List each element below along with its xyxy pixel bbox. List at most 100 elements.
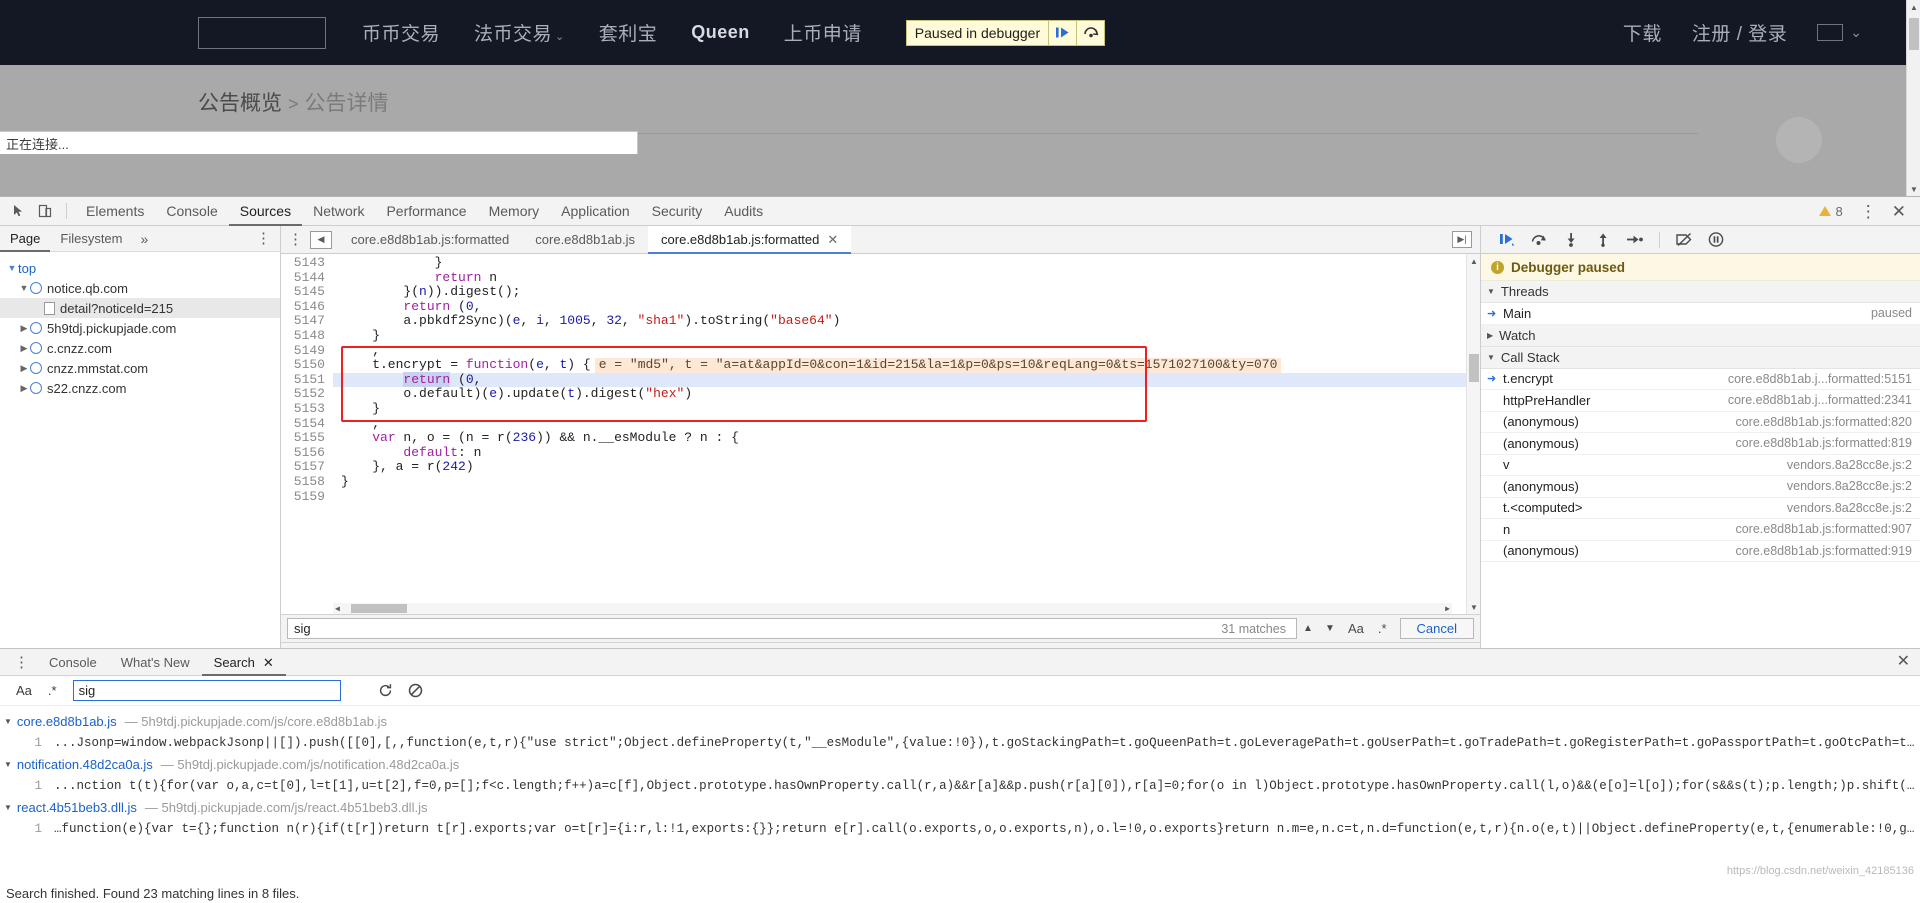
step-over-icon[interactable] (1523, 228, 1555, 252)
more-options-icon[interactable]: ⋮ (1853, 203, 1884, 220)
tab-performance[interactable]: Performance (375, 197, 477, 226)
tree-node-s22-cnzz-com[interactable]: ▶ s22.cnzz.com (0, 378, 280, 398)
drawer-options-icon[interactable]: ⋮ (6, 655, 37, 670)
breadcrumb-root[interactable]: 公告概览 (198, 92, 282, 115)
twisty-icon[interactable]: ▼ (4, 760, 12, 769)
nav-item-listing-apply[interactable]: 上币申请 (784, 19, 862, 46)
find-match-case-button[interactable]: Aa (1341, 621, 1371, 636)
clear-icon[interactable] (401, 679, 431, 703)
inspect-element-icon[interactable] (6, 199, 32, 223)
search-regex-button[interactable]: .* (40, 683, 65, 698)
find-cancel-button[interactable]: Cancel (1399, 618, 1474, 639)
twisty-icon[interactable]: ▼ (6, 263, 18, 273)
call-stack-row[interactable]: n core.e8d8b1ab.js:formatted:907 (1481, 519, 1920, 541)
editor-tab-core-raw[interactable]: core.e8d8b1ab.js (522, 226, 648, 254)
scroll-left-icon[interactable]: ◀ (335, 603, 340, 614)
resume-script-icon[interactable] (1048, 20, 1076, 45)
close-drawer-icon[interactable]: ✕ (1887, 654, 1920, 670)
nav-item-queen[interactable]: Queen (691, 22, 750, 43)
code-horizontal-scrollbar[interactable]: ◀ ▶ (333, 603, 1452, 614)
search-match-case-button[interactable]: Aa (8, 683, 40, 698)
navigator-options-icon[interactable]: ⋮ (247, 231, 280, 246)
section-call-stack[interactable]: ▼ Call Stack (1481, 346, 1920, 369)
call-stack-row[interactable]: ➜ t.encrypt core.e8d8b1ab.j...formatted:… (1481, 369, 1920, 390)
page-scrollbar-thumb[interactable] (1909, 18, 1919, 50)
twisty-icon[interactable]: ▶ (18, 363, 30, 374)
find-prev-button[interactable]: ▲ (1297, 618, 1319, 640)
step-icon[interactable] (1619, 228, 1651, 252)
tab-console[interactable]: Console (155, 197, 228, 226)
drawer-tab-search[interactable]: Search ✕ (202, 649, 286, 676)
tab-sources[interactable]: Sources (229, 197, 302, 226)
tree-node-top[interactable]: ▼ top (0, 258, 280, 278)
site-logo[interactable] (198, 16, 326, 49)
tree-node-detail-notice[interactable]: detail?noticeId=215 (0, 298, 280, 318)
twisty-icon[interactable]: ▼ (4, 803, 12, 812)
code-lines[interactable]: 5143 } 5144 return n 5145 }(n)).digest()… (281, 254, 1466, 614)
search-result-line[interactable]: 1 …function(e){var t={};function n(r){if… (0, 818, 1920, 839)
step-over-icon[interactable] (1076, 20, 1104, 45)
section-threads[interactable]: ▼ Threads (1481, 281, 1920, 303)
twisty-icon[interactable]: ▼ (4, 717, 12, 726)
tree-node-cnzz-mmstat-com[interactable]: ▶ cnzz.mmstat.com (0, 358, 280, 378)
resume-script-icon[interactable] (1491, 228, 1523, 252)
page-scrollbar[interactable]: ▲ ▼ (1906, 0, 1920, 196)
search-result-line[interactable]: 1 ...nction t(t){for(var o,a,c=t[0],l=t[… (0, 775, 1920, 796)
tree-node-c-cnzz-com[interactable]: ▶ c.cnzz.com (0, 338, 280, 358)
tab-elements[interactable]: Elements (75, 197, 155, 226)
editor-tab-core-formatted-1[interactable]: core.e8d8b1ab.js:formatted (338, 226, 522, 254)
scroll-down-icon[interactable]: ▼ (1907, 182, 1920, 196)
step-into-icon[interactable] (1555, 228, 1587, 252)
close-tab-icon[interactable]: ✕ (263, 649, 274, 676)
search-result-line[interactable]: 1 ...Jsonp=window.webpackJsonp||[]).push… (0, 732, 1920, 753)
search-result-file[interactable]: ▼ react.4b51beb3.dll.js — 5h9tdj.pickupj… (0, 796, 1920, 818)
search-result-file[interactable]: ▼ core.e8d8b1ab.js — 5h9tdj.pickupjade.c… (0, 710, 1920, 732)
find-input[interactable]: sig 31 matches (287, 618, 1297, 639)
call-stack-row[interactable]: (anonymous) core.e8d8b1ab.js:formatted:8… (1481, 412, 1920, 433)
call-stack-row[interactable]: (anonymous) core.e8d8b1ab.js:formatted:9… (1481, 541, 1920, 562)
tab-audits[interactable]: Audits (713, 197, 774, 226)
show-debugger-sidebar-icon[interactable]: ▶| (1452, 231, 1472, 248)
twisty-icon[interactable]: ▼ (18, 283, 30, 293)
pause-on-exceptions-icon[interactable] (1700, 228, 1732, 252)
drawer-tab-whats-new[interactable]: What's New (109, 649, 202, 676)
tree-node-pickupjade[interactable]: ▶ 5h9tdj.pickupjade.com (0, 318, 280, 338)
call-stack-row[interactable]: t.<computed> vendors.8a28cc8e.js:2 (1481, 498, 1920, 519)
thread-row-main[interactable]: ➜ Main paused (1481, 303, 1920, 325)
find-next-button[interactable]: ▼ (1319, 618, 1341, 640)
navigator-tab-filesystem[interactable]: Filesystem (50, 226, 132, 252)
deactivate-breakpoints-icon[interactable] (1668, 228, 1700, 252)
code-vscroll-thumb[interactable] (1469, 354, 1479, 382)
nav-item-coin-trade[interactable]: 币币交易 (362, 19, 440, 46)
drawer-tab-console[interactable]: Console (37, 649, 109, 676)
search-input[interactable]: sig (72, 680, 341, 701)
call-stack-row[interactable]: (anonymous) vendors.8a28cc8e.js:2 (1481, 476, 1920, 498)
scroll-up-icon[interactable]: ▲ (1467, 254, 1480, 268)
editor-options-icon[interactable]: ⋮ (281, 232, 310, 247)
nav-item-arbitrage[interactable]: 套利宝 (599, 19, 658, 46)
editor-tab-core-formatted-2[interactable]: core.e8d8b1ab.js:formatted ✕ (648, 225, 852, 254)
tree-node-notice-qb-com[interactable]: ▼ notice.qb.com (0, 278, 280, 298)
twisty-icon[interactable]: ▶ (18, 383, 30, 394)
code-vertical-scrollbar[interactable]: ▲ ▼ (1466, 254, 1480, 614)
close-tab-icon[interactable]: ✕ (827, 226, 838, 254)
close-devtools-icon[interactable]: ✕ (1884, 203, 1914, 220)
scroll-down-icon[interactable]: ▼ (1467, 600, 1480, 614)
step-out-icon[interactable] (1587, 228, 1619, 252)
tab-network[interactable]: Network (302, 197, 375, 226)
warning-badge[interactable]: 8 (1818, 204, 1843, 219)
find-regex-button[interactable]: .* (1371, 621, 1394, 636)
search-result-file[interactable]: ▼ notification.48d2ca0a.js — 5h9tdj.pick… (0, 753, 1920, 775)
download-link[interactable]: 下载 (1623, 19, 1662, 46)
code-hscroll-thumb[interactable] (351, 604, 407, 613)
twisty-icon[interactable]: ▶ (18, 323, 30, 334)
tab-application[interactable]: Application (550, 197, 641, 226)
call-stack-row[interactable]: httpPreHandler core.e8d8b1ab.j...formatt… (1481, 390, 1920, 412)
nav-item-fiat-trade[interactable]: 法币交易 ⌄ (474, 19, 565, 46)
scroll-right-icon[interactable]: ▶ (1445, 603, 1450, 614)
language-selector[interactable] (1817, 24, 1844, 41)
navigator-tab-page[interactable]: Page (0, 226, 50, 252)
tab-memory[interactable]: Memory (478, 197, 551, 226)
refresh-icon[interactable] (371, 679, 401, 703)
register-login-link[interactable]: 注册 / 登录 (1692, 19, 1787, 46)
